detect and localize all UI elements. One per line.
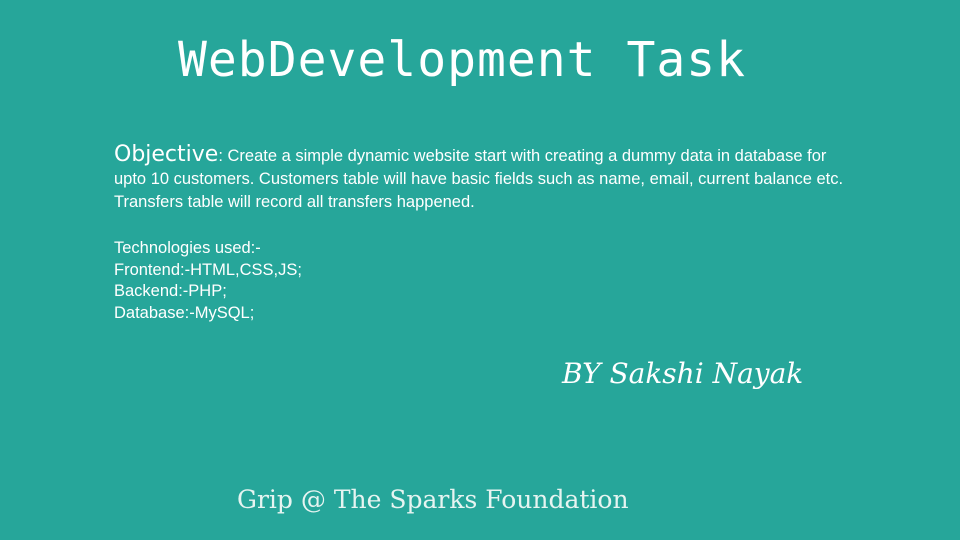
presentation-slide: WebDevelopment Task Objective: Create a … [0, 0, 960, 540]
technologies-list: Technologies used:- Frontend:-HTML,CSS,J… [114, 238, 302, 324]
footer-text: Grip @ The Sparks Foundation [237, 485, 629, 514]
objective-label: Objective [114, 142, 219, 167]
objective-paragraph: Objective: Create a simple dynamic websi… [114, 143, 854, 214]
database-line: Database:-MySQL; [114, 303, 255, 322]
backend-line: Backend:-PHP; [114, 282, 227, 300]
slide-title: WebDevelopment Task [178, 32, 747, 88]
frontend-line: Frontend:-HTML,CSS,JS; [114, 260, 302, 279]
author-credit: BY Sakshi Nayak [562, 357, 804, 390]
technologies-heading: Technologies used:- [114, 239, 261, 257]
objective-text: Create a simple dynamic website start wi… [114, 147, 844, 211]
